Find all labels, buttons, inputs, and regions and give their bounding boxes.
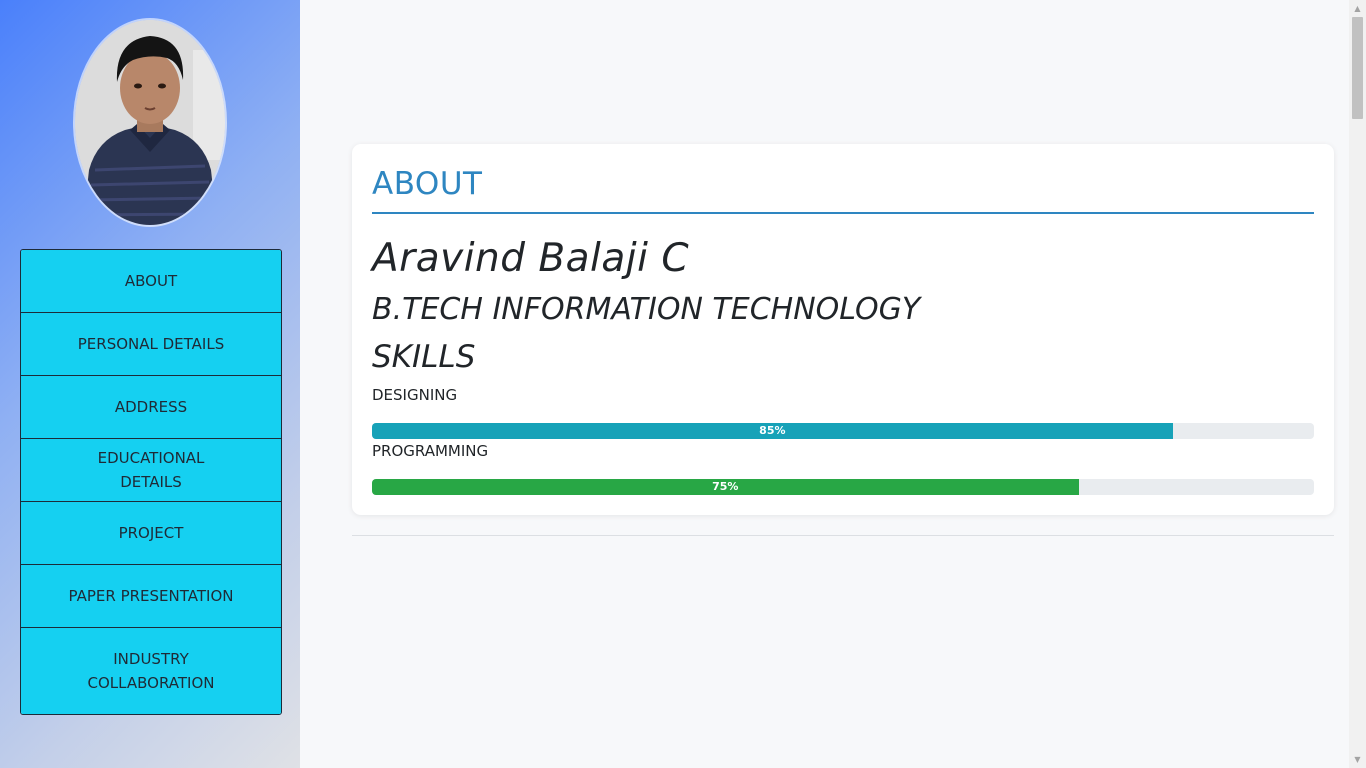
sidebar-item-label: PAPER PRESENTATION xyxy=(68,587,234,605)
skills-heading: SKILLS xyxy=(372,339,476,375)
sidebar-item-label: INDUSTRY COLLABORATION xyxy=(87,650,215,692)
sidebar-item-educational-details[interactable]: EDUCATIONAL DETAILS xyxy=(21,439,281,502)
sidebar-item-paper-presentation[interactable]: PAPER PRESENTATION xyxy=(21,565,281,628)
vertical-scrollbar[interactable]: ▲ ▼ xyxy=(1349,0,1366,768)
sidebar-item-label: PERSONAL DETAILS xyxy=(77,335,225,353)
sidebar-item-label: ABOUT xyxy=(124,272,178,290)
scrollbar-thumb[interactable] xyxy=(1352,17,1363,119)
sidebar-item-project[interactable]: PROJECT xyxy=(21,502,281,565)
sidebar-nav: ABOUT PERSONAL DETAILS ADDRESS EDUCATION… xyxy=(20,249,282,715)
section-divider xyxy=(352,535,1334,536)
about-card: ABOUT Aravind Balaji C B.TECH INFORMATIO… xyxy=(352,144,1334,515)
title-underline xyxy=(372,212,1314,214)
progress-bar-designing: 85% xyxy=(372,423,1314,439)
sidebar-item-label: EDUCATIONAL DETAILS xyxy=(97,449,205,491)
scroll-up-arrow-icon[interactable]: ▲ xyxy=(1349,0,1366,17)
sidebar-item-personal-details[interactable]: PERSONAL DETAILS xyxy=(21,313,281,376)
skill-label-designing: DESIGNING xyxy=(372,386,458,404)
profile-photo xyxy=(75,20,225,225)
sidebar-item-industry-collaboration[interactable]: INDUSTRY COLLABORATION xyxy=(21,628,281,714)
section-title: ABOUT xyxy=(372,166,483,202)
person-name: Aravind Balaji C xyxy=(372,236,690,281)
progress-fill-designing: 85% xyxy=(372,423,1173,439)
progress-fill-programming: 75% xyxy=(372,479,1079,495)
person-photo-icon xyxy=(75,20,225,225)
progress-bar-programming: 75% xyxy=(372,479,1314,495)
main-content: ABOUT Aravind Balaji C B.TECH INFORMATIO… xyxy=(300,0,1349,768)
sidebar: ABOUT PERSONAL DETAILS ADDRESS EDUCATION… xyxy=(0,0,300,768)
degree-title: B.TECH INFORMATION TECHNOLOGY xyxy=(372,292,921,327)
sidebar-item-address[interactable]: ADDRESS xyxy=(21,376,281,439)
sidebar-item-about[interactable]: ABOUT xyxy=(21,250,281,313)
skill-label-programming: PROGRAMMING xyxy=(372,442,489,460)
sidebar-item-label: ADDRESS xyxy=(114,398,188,416)
scroll-down-arrow-icon[interactable]: ▼ xyxy=(1349,751,1366,768)
sidebar-item-label: PROJECT xyxy=(118,524,184,542)
